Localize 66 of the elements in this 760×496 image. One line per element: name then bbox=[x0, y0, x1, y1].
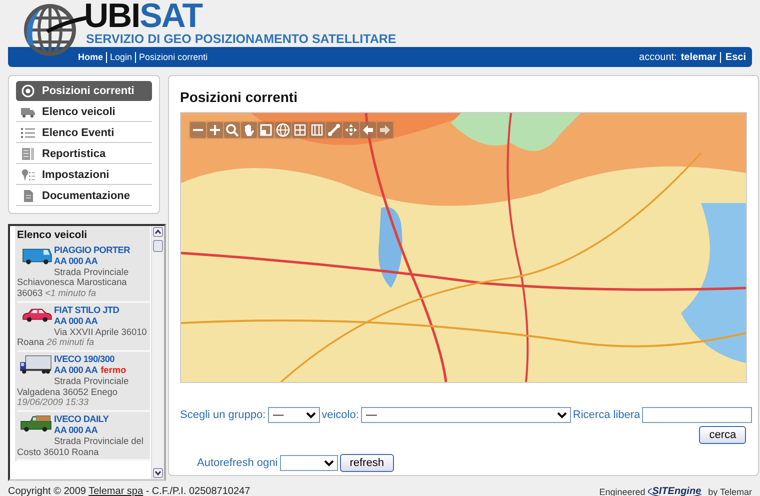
account-label: account: bbox=[639, 52, 677, 62]
vehicle-plate[interactable]: AA 000 AA bbox=[54, 256, 98, 266]
vehicle-label: veicolo: bbox=[322, 409, 359, 421]
tagline: SERVIZIO DI GEO POSIZIONAMENTO SATELLITARE bbox=[86, 32, 396, 46]
breadcrumb-link[interactable]: Login bbox=[106, 52, 136, 62]
brand-logo: SITEngine bbox=[648, 485, 706, 496]
report-icon bbox=[21, 146, 35, 160]
vehicle-name[interactable]: IVECO 190/300 bbox=[17, 354, 150, 365]
move-icon[interactable] bbox=[343, 122, 359, 138]
vehicle-name[interactable]: PIAGGIO PORTER bbox=[17, 245, 150, 256]
company-link[interactable]: Telemar spa bbox=[88, 486, 144, 496]
vehicle-location: Via XXVII Aprile 36010 Roana 26 minuti fa bbox=[17, 326, 148, 348]
refresh-button[interactable]: refresh bbox=[340, 454, 394, 472]
search-button[interactable]: cerca bbox=[699, 426, 746, 444]
minus-icon[interactable] bbox=[190, 122, 206, 138]
autorefresh-label: Autorefresh ogni bbox=[197, 457, 278, 469]
page-title: Posizioni correnti bbox=[180, 89, 298, 105]
vehicle-name[interactable]: IVECO DAILY bbox=[17, 414, 150, 425]
bone-icon[interactable] bbox=[326, 122, 342, 138]
globe-icon[interactable] bbox=[275, 122, 291, 138]
arrow-left-icon[interactable] bbox=[360, 122, 376, 138]
menu-item[interactable]: Documentazione bbox=[16, 186, 152, 206]
breadcrumb-link[interactable]: Home bbox=[78, 52, 106, 62]
menu-item[interactable]: Elenco veicoli bbox=[16, 102, 152, 122]
logo-text: UBISAT bbox=[84, 0, 203, 33]
interval-select[interactable] bbox=[280, 455, 338, 471]
vehicle-select[interactable]: — bbox=[360, 407, 571, 423]
document-icon bbox=[21, 188, 35, 202]
target-icon bbox=[21, 84, 35, 98]
arrow-right-icon[interactable] bbox=[377, 122, 393, 138]
vehicle-location: Strada Provinciale del Costo 36010 Roana bbox=[17, 436, 144, 458]
menu-item[interactable]: Elenco Eventi bbox=[16, 123, 152, 143]
search-icon[interactable] bbox=[224, 122, 240, 138]
vehicle-location: Strada Provinciale Valgadena 36052 Enego 19/06/2009 15:33 bbox=[17, 376, 130, 408]
breadcrumb-link[interactable]: Posizioni correnti bbox=[135, 52, 211, 62]
hand-icon[interactable] bbox=[241, 122, 257, 138]
menu-item[interactable]: Posizioni correnti bbox=[16, 81, 152, 101]
group-label: Scegli un gruppo: bbox=[180, 409, 266, 421]
account-name: telemar bbox=[680, 52, 722, 62]
search-field[interactable] bbox=[642, 407, 752, 423]
vehicle-plate[interactable]: AA 000 AA bbox=[54, 316, 98, 326]
van-icon bbox=[22, 246, 52, 265]
vehicle-plate[interactable]: AA 000 AA bbox=[54, 364, 98, 375]
pin-list-icon bbox=[21, 168, 35, 182]
status-label: fermo bbox=[100, 364, 126, 375]
search-label: Ricerca libera bbox=[572, 409, 640, 421]
engineered-label: Engineered bbox=[599, 486, 646, 496]
pickup-icon bbox=[20, 415, 52, 434]
scroll-up-icon bbox=[153, 227, 163, 237]
vehicle-location: Strada Provinciale Schiavonesca Marosticana 36063 <1 minuto fa bbox=[17, 266, 130, 299]
copyright-text: Copyright © 2009 Telemar spa - C.F./P.I. 02508710247 bbox=[8, 486, 250, 496]
plus-icon[interactable] bbox=[207, 122, 223, 138]
square-icon[interactable] bbox=[258, 122, 274, 138]
scroll-down-icon bbox=[153, 468, 163, 478]
truck-icon bbox=[20, 355, 52, 374]
menu-item[interactable]: Impostazioni bbox=[16, 165, 152, 185]
byline: by Telemar bbox=[708, 486, 752, 496]
group-select[interactable]: — bbox=[268, 407, 320, 423]
vehicle-name[interactable]: FIAT STILO JTD bbox=[17, 304, 150, 316]
list-icon bbox=[21, 126, 35, 140]
menu-item[interactable]: Reportistica bbox=[16, 144, 152, 164]
logout-link[interactable]: Esci bbox=[725, 52, 746, 62]
grid-icon[interactable] bbox=[292, 122, 308, 138]
vehicle-plate[interactable]: AA 000 AA bbox=[54, 424, 98, 435]
panel-title: Elenco veicoli bbox=[17, 228, 88, 243]
grid-icon[interactable] bbox=[309, 122, 325, 138]
